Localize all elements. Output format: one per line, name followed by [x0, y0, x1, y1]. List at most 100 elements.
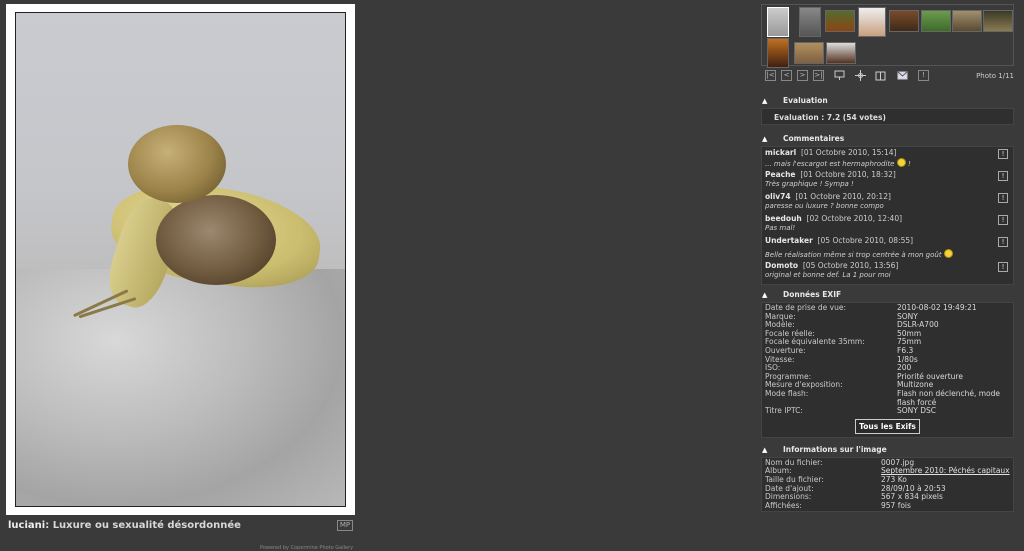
image-info-box: Nom du fichier: 0007.jpg Album: Septembre … [761, 456, 1014, 513]
collapse-icon[interactable]: ▲ [762, 288, 767, 302]
smiley-icon [943, 249, 953, 258]
photo-navigation: |< < > >| ! Photo 1/11 [761, 70, 1014, 84]
next-photo-button[interactable]: > [797, 70, 808, 81]
info-key: Affichées: [765, 500, 802, 510]
comment-author[interactable]: Domoto [765, 261, 798, 270]
previous-photo-button[interactable]: < [781, 70, 792, 81]
comment-author[interactable]: Undertaker [765, 236, 813, 245]
footer-powered: Powered by Copermine Photo Gallery [260, 545, 354, 551]
thumbnail[interactable] [921, 10, 951, 32]
exif-header[interactable]: ▲ Données EXIF [761, 288, 1014, 302]
thumbnail[interactable] [858, 7, 886, 37]
settings-icon[interactable] [855, 70, 866, 81]
comments-box: mickarl [01 Octobre 2010, 15:14] ... mai… [761, 146, 1014, 285]
comment-item: oliv74 [01 Octobre 2010, 20:12] paresse … [765, 192, 1010, 214]
stone-surface [16, 269, 345, 506]
comment-text: ... mais l'escargot est hermaphrodite [765, 160, 895, 168]
book-icon[interactable] [875, 70, 886, 81]
exif-row: Marque: SONY [765, 312, 1010, 322]
exif-value: Flash non déclenché, mode flash forcé [897, 388, 1000, 407]
thumbnail[interactable] [952, 10, 982, 32]
report-icon[interactable]: ! [998, 193, 1008, 203]
page: luciani: Luxure ou sexualité désordonnée… [0, 0, 1024, 551]
info-icon[interactable]: ! [918, 70, 929, 81]
main-photo[interactable] [15, 12, 346, 507]
private-message-icon[interactable]: MP [337, 520, 353, 531]
photo-title: Luxure ou sexualité désordonnée [52, 520, 241, 531]
image-info-header[interactable]: ▲ Informations sur l'image [761, 443, 1014, 457]
comment-text: Très graphique ! Sympa ! [765, 180, 854, 188]
comment-text: original et bonne def. La 1 pour moi [765, 271, 891, 279]
comment-author[interactable]: oliv74 [765, 192, 791, 201]
all-exif-button[interactable]: Tous les Exifs [855, 418, 920, 434]
info-row: Affichées: 957 fois [765, 500, 1010, 511]
comment-item: mickarl [01 Octobre 2010, 15:14] ... mai… [765, 148, 1010, 170]
thumbnail[interactable] [767, 38, 789, 68]
comment-item: Domoto [05 Octobre 2010, 13:56] original… [765, 261, 1010, 283]
comment-date: [01 Octobre 2010, 15:14] [800, 148, 897, 157]
smiley-icon [896, 158, 906, 167]
comment-item: Undertaker [05 Octobre 2010, 08:55] Bell… [765, 236, 1010, 261]
first-photo-button[interactable]: |< [765, 70, 776, 81]
exif-row: Ouverture: F6.3 [765, 346, 1010, 356]
comment-author[interactable]: mickarl [765, 148, 796, 157]
slideshow-icon[interactable] [834, 70, 845, 81]
thumbnail[interactable] [794, 42, 824, 64]
comments-header[interactable]: ▲ Commentaires [761, 132, 1014, 146]
comment-author[interactable]: beedouh [765, 214, 802, 223]
exif-title: Données EXIF [783, 290, 842, 299]
thumbnail[interactable] [825, 10, 855, 32]
exif-key: Mode flash: [765, 388, 809, 398]
comment-author[interactable]: Peache [765, 170, 796, 179]
thumbnail-strip [761, 4, 1014, 68]
comment-text: paresse ou luxure ? bonne compo [765, 202, 884, 210]
snail-shell-large [156, 195, 276, 285]
photo-author[interactable]: luciani [8, 520, 45, 531]
report-icon[interactable]: ! [998, 237, 1008, 247]
email-icon[interactable] [897, 70, 908, 81]
report-icon[interactable]: ! [998, 262, 1008, 272]
main-photo-frame [6, 4, 355, 515]
report-icon[interactable]: ! [998, 149, 1008, 159]
exif-row: Mode flash: Flash non déclenché, mode fla… [765, 388, 1010, 407]
comment-date: [01 Octobre 2010, 20:12] [795, 192, 891, 201]
photo-counter: Photo 1/11 [976, 72, 1014, 80]
image-info-title: Informations sur l'image [783, 444, 887, 454]
last-photo-button[interactable]: >| [813, 70, 824, 81]
exif-row: Date de prise de vue: 2010-08-02 19:49:21 [765, 303, 1010, 313]
collapse-icon[interactable]: ▲ [762, 132, 767, 146]
evaluation-header[interactable]: ▲ Evaluation [761, 94, 1014, 108]
snail-shell-small [128, 125, 226, 203]
thumbnail[interactable] [799, 7, 821, 37]
exif-box: Date de prise de vue: 2010-08-02 19:49:21… [761, 302, 1014, 438]
thumbnail[interactable] [983, 10, 1013, 32]
evaluation-box: Evaluation : 7.2 (54 votes) [761, 108, 1014, 125]
comment-item: beedouh [02 Octobre 2010, 12:40] Pas mal… [765, 214, 1010, 236]
comment-date: [01 Octobre 2010, 18:32] [800, 170, 896, 179]
report-icon[interactable]: ! [998, 171, 1008, 181]
exif-row: Titre IPTC: SONY DSC [765, 407, 1010, 416]
evaluation-value: Evaluation : 7.2 (54 votes) [774, 113, 886, 122]
thumbnail[interactable] [826, 42, 856, 64]
info-panel: |< < > >| ! Photo 1/11 ▲ Evaluation Eval… [761, 4, 1014, 513]
comment-date: [02 Octobre 2010, 12:40] [806, 214, 903, 223]
collapse-icon[interactable]: ▲ [762, 443, 767, 457]
exif-key: Vitesse: [765, 354, 795, 364]
photo-caption: luciani: Luxure ou sexualité désordonnée [8, 520, 241, 531]
comments-title: Commentaires [783, 134, 845, 143]
thumbnail[interactable] [889, 10, 919, 32]
comment-date: [05 Octobre 2010, 08:55] [817, 236, 914, 245]
exif-row: Vitesse: 1/80s [765, 354, 1010, 365]
comment-text: Pas mal! [765, 224, 796, 232]
collapse-icon[interactable]: ▲ [762, 94, 767, 108]
comment-suffix: ! [907, 160, 911, 168]
thumbnail[interactable] [767, 7, 789, 37]
comment-date: [05 Octobre 2010, 13:56] [802, 261, 899, 270]
evaluation-title: Evaluation [783, 96, 828, 105]
comment-item: Peache [01 Octobre 2010, 18:32] Très gra… [765, 170, 1010, 192]
exif-key: Titre IPTC: [765, 406, 803, 416]
comment-text: Belle réalisation même si trop centrée à… [765, 251, 942, 259]
exif-value: SONY DSC [897, 406, 937, 416]
report-icon[interactable]: ! [998, 215, 1008, 225]
info-value: 957 fois [881, 500, 911, 510]
